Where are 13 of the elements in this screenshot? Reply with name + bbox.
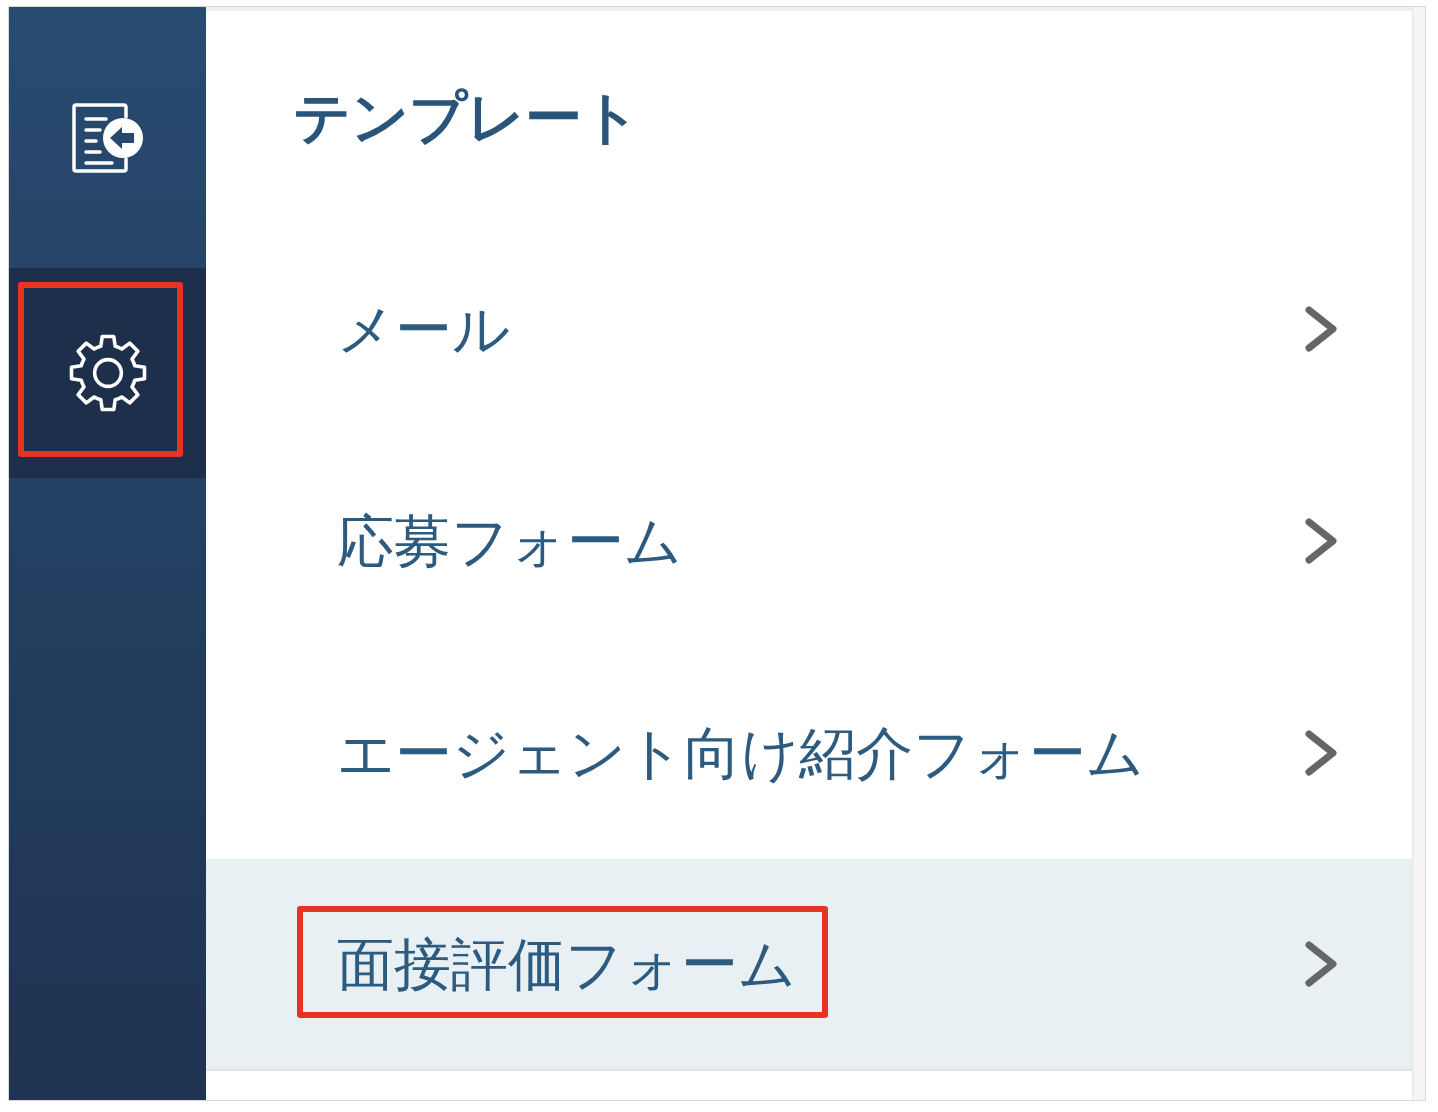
page-title: テンプレート <box>293 82 640 152</box>
menu-item[interactable]: メール <box>206 223 1412 435</box>
settings-icon <box>68 334 147 412</box>
menu-item[interactable]: 面接評価フォーム <box>206 859 1412 1071</box>
chevron-right-icon <box>1304 729 1338 777</box>
menu-item[interactable]: エージェント向け紹介フォーム <box>206 647 1412 859</box>
chevron-right-icon <box>1304 940 1338 988</box>
menu-item[interactable]: 応募フォーム <box>206 435 1412 647</box>
scrollbar[interactable] <box>1412 7 1425 1100</box>
sidebar-button[interactable] <box>9 268 206 478</box>
document-arrow-icon <box>71 102 144 173</box>
chevron-right-icon <box>1304 305 1338 353</box>
chevron-right-icon <box>1304 517 1338 565</box>
